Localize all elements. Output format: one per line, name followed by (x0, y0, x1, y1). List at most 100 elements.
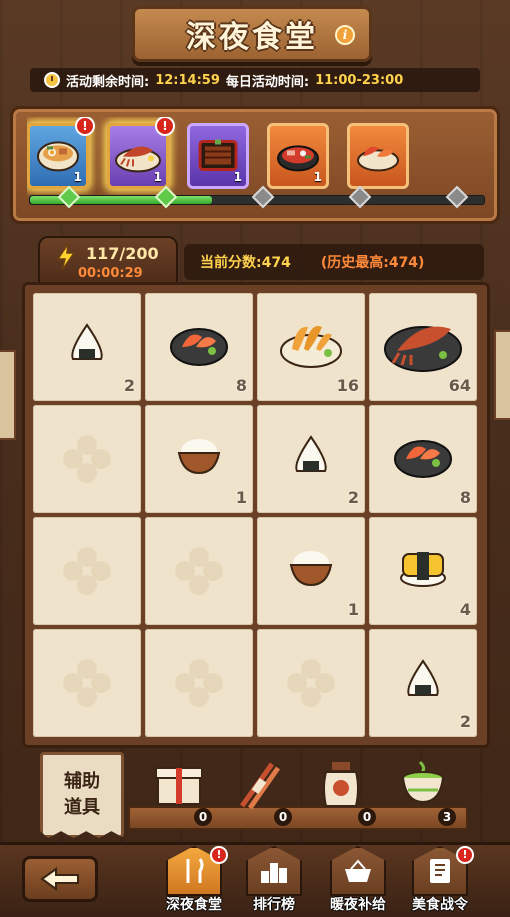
dish-count: 1 (233, 170, 242, 184)
nav-label: 深夜食堂 (166, 897, 222, 913)
tool-count: 0 (358, 808, 376, 826)
tool-count: 3 (438, 808, 456, 826)
cell-level: 2 (347, 488, 359, 507)
cell-level: 2 (459, 712, 471, 731)
current-score: 当前分数:474 (200, 255, 291, 271)
tamago-sushi-icon (400, 551, 446, 587)
seafood-platter-icon (357, 146, 399, 172)
cell-level: 8 (459, 488, 471, 507)
nav-tab-leaderboard[interactable]: 排行榜 (234, 846, 314, 916)
score-area: 117/200 00:00:29 当前分数:474 (历史最高:474) (20, 236, 490, 286)
empty-slot-icon (287, 659, 335, 707)
energy-bolt-icon (56, 244, 76, 270)
nav-label: 排行榜 (253, 897, 295, 913)
empty-slot-icon (63, 547, 111, 595)
board-cell[interactable] (257, 629, 365, 737)
cell-level: 16 (336, 376, 359, 395)
nav-label: 美食战令 (412, 897, 468, 913)
board-cell[interactable] (33, 517, 141, 625)
board-cell[interactable]: 2 (369, 629, 477, 737)
board-cell[interactable]: 1 (145, 405, 253, 513)
rice-bowl-icon (177, 438, 221, 474)
daily-time: 11:00-23:00 (315, 72, 404, 88)
board-cell[interactable]: 4 (369, 517, 477, 625)
dish-card-hotpot[interactable]: 1 (267, 123, 329, 189)
alert-badge: ! (155, 117, 175, 136)
tool-count: 0 (274, 808, 292, 826)
onigiri-icon (407, 658, 439, 696)
eel-box-icon (198, 139, 238, 171)
remaining-time: 12:14:59 (155, 72, 220, 88)
sashimi-plate-icon (394, 439, 452, 478)
tool-chopsticks[interactable]: 0 (232, 758, 292, 826)
nav-tab-shokudo[interactable]: 深夜食堂 ! (154, 846, 234, 916)
rice-bowl-icon (289, 550, 333, 586)
board-cell[interactable]: 2 (257, 405, 365, 513)
best-score: (历史最高:474) (320, 255, 425, 271)
page-title: 深夜食堂 (186, 20, 318, 55)
board-cell[interactable]: 8 (369, 405, 477, 513)
board-cell[interactable]: 8 (145, 293, 253, 401)
energy-timer: 00:00:29 (78, 266, 143, 281)
cell-level: 1 (235, 488, 247, 507)
info-icon[interactable]: i (335, 25, 355, 45)
tool-tea-cup[interactable]: 3 (396, 758, 456, 826)
dish-count: 1 (313, 170, 322, 184)
event-timer-bar: 活动剩余时间: 12:14:59 每日活动时间: 11:00-23:00 (30, 68, 480, 92)
back-arrow-icon (40, 867, 79, 891)
daily-label: 每日活动时间: (225, 74, 310, 90)
squid-plate-icon (384, 325, 462, 372)
nav-alert-badge: ! (456, 846, 474, 864)
dish-card-eel[interactable]: 1 (187, 123, 249, 189)
helper-items-banner: 辅助 道具 (40, 752, 124, 838)
tea-cup-icon (402, 760, 444, 804)
cell-level: 1 (347, 600, 359, 619)
onigiri-icon (71, 322, 103, 360)
dish-card-ramen[interactable]: 1 ! (27, 117, 95, 189)
board-cell[interactable] (33, 629, 141, 737)
hotpot-icon (277, 145, 319, 172)
board-cell[interactable]: 1 (257, 517, 365, 625)
nav-tab-battle-pass[interactable]: 美食战令 ! (400, 846, 480, 916)
board-cell[interactable] (145, 629, 253, 737)
empty-slot-icon (175, 547, 223, 595)
sauce-jar-icon (323, 762, 359, 807)
dish-count: 1 (153, 170, 162, 184)
tool-sauce-jar[interactable]: 0 (316, 758, 376, 826)
right-side-sign (494, 330, 510, 420)
dish-card-seafood[interactable] (347, 123, 409, 189)
helper-label-line2: 道具 (64, 797, 100, 818)
board-cell[interactable]: 16 (257, 293, 365, 401)
dish-shelf: 1 ! 1 ! 1 1 (10, 106, 500, 224)
tool-gift-box[interactable]: 0 (152, 758, 212, 826)
cell-level: 2 (123, 376, 135, 395)
empty-slot-icon (63, 659, 111, 707)
nav-tab-supply[interactable]: 暖夜补给 (318, 846, 398, 916)
cell-level: 64 (448, 376, 471, 395)
board-cell[interactable] (33, 405, 141, 513)
empty-slot-icon (63, 435, 111, 483)
chopsticks-icon (239, 762, 281, 810)
tool-count: 0 (194, 808, 212, 826)
helper-label-line1: 辅助 (64, 771, 100, 792)
cell-level: 4 (459, 600, 471, 619)
nav-label: 暖夜补给 (330, 897, 386, 913)
merge-board: 2 8 16 64 1 2 8 1 4 2 (22, 282, 490, 748)
clock-icon (44, 72, 60, 88)
empty-slot-icon (175, 659, 223, 707)
dish-card-squid[interactable]: 1 ! (107, 117, 175, 189)
title-board: 深夜食堂 i (132, 6, 372, 62)
board-cell[interactable]: 2 (33, 293, 141, 401)
board-cell[interactable]: 64 (369, 293, 477, 401)
back-button[interactable] (22, 856, 98, 902)
squid-dish-icon (115, 146, 161, 173)
podium-icon (246, 846, 302, 896)
dish-count: 1 (73, 170, 82, 184)
left-side-sign (0, 350, 16, 440)
sashimi-plate-icon (170, 327, 228, 366)
basket-icon (330, 846, 386, 896)
alert-badge: ! (75, 117, 95, 136)
onigiri-icon (295, 434, 327, 472)
board-cell[interactable] (145, 517, 253, 625)
nav-alert-badge: ! (210, 846, 228, 864)
